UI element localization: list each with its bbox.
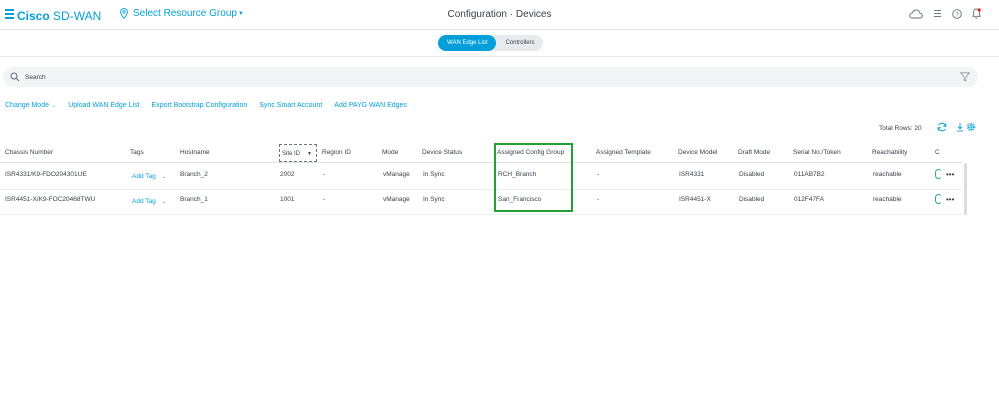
col-header-device-status[interactable]: Device Status bbox=[422, 149, 462, 156]
col-header-c[interactable]: C bbox=[935, 149, 940, 156]
more-icon[interactable]: ••• bbox=[946, 196, 954, 204]
top-header: Cisco SD-WAN Select Resource Group ▼ Conf… bbox=[0, 0, 999, 30]
cell-device-status: In Sync bbox=[423, 196, 445, 203]
add-tag-label: Add Tag bbox=[132, 198, 156, 205]
svg-text:?: ? bbox=[955, 12, 959, 18]
view-tabs: WAN Edge List Controllers bbox=[438, 35, 544, 51]
sync-smart-account-button[interactable]: Sync Smart Account bbox=[259, 102, 322, 109]
cell-mode: vManage bbox=[383, 171, 410, 178]
add-tag-button[interactable]: Add Tag ⌄ bbox=[132, 198, 166, 205]
upload-wan-edge-list-button[interactable]: Upload WAN Edge List bbox=[68, 102, 139, 109]
config-group-highlight bbox=[494, 143, 573, 212]
filter-icon[interactable] bbox=[960, 72, 970, 82]
col-header-draft-mode[interactable]: Draft Mode bbox=[738, 149, 770, 156]
cell-template: - bbox=[597, 196, 600, 203]
action-bar: Change Mode ⌄ Upload WAN Edge List Export… bbox=[5, 102, 419, 109]
row-divider bbox=[0, 189, 962, 190]
cell-reachability: reachable bbox=[873, 171, 902, 178]
col-header-model[interactable]: Device Model bbox=[678, 149, 717, 156]
tab-wan-edge-list[interactable]: WAN Edge List bbox=[438, 35, 497, 51]
col-header-tags[interactable]: Tags bbox=[130, 149, 144, 156]
add-tag-label: Add Tag bbox=[132, 173, 156, 180]
col-header-region-id[interactable]: Region ID bbox=[322, 149, 351, 156]
cell-region-id: - bbox=[323, 196, 326, 203]
cell-region-id: - bbox=[323, 171, 326, 178]
search-bar bbox=[3, 67, 978, 87]
bell-icon[interactable] bbox=[972, 8, 981, 19]
row-divider bbox=[0, 214, 962, 215]
more-icon[interactable]: ••• bbox=[946, 171, 954, 179]
col-header-template[interactable]: Assigned Template bbox=[596, 149, 651, 156]
help-icon[interactable]: ? bbox=[952, 8, 962, 19]
cell-hostname: Branch_1 bbox=[180, 196, 208, 203]
cell-serial: 011AB7B2 bbox=[794, 171, 825, 178]
col-header-site-id[interactable]: Site ID ▼ bbox=[279, 144, 317, 162]
status-ring-icon bbox=[935, 169, 942, 179]
cell-chassis: ISR4451-X/K9-FOC20468TWU bbox=[5, 196, 96, 203]
cell-model: ISR4451-X bbox=[679, 196, 711, 203]
page-title: Configuration · Devices bbox=[0, 9, 999, 20]
col-header-mode[interactable]: Mode bbox=[382, 149, 398, 156]
status-ring-icon bbox=[935, 194, 942, 204]
tabs-divider bbox=[0, 56, 999, 57]
chevron-down-icon: ⌄ bbox=[161, 199, 166, 205]
total-rows: Total Rows: 20 bbox=[879, 125, 922, 132]
search-input[interactable] bbox=[25, 70, 925, 84]
chevron-down-icon: ⌄ bbox=[161, 174, 166, 180]
cell-site-id: 1001 bbox=[280, 196, 295, 203]
cell-chassis: ISR4331/K9-FDO204301UE bbox=[5, 171, 87, 178]
cell-mode: vManage bbox=[383, 196, 410, 203]
cell-draft-mode: Disabled bbox=[739, 171, 765, 178]
add-payg-button[interactable]: Add PAYG WAN Edges bbox=[334, 102, 407, 109]
horizontal-scroll-handle[interactable] bbox=[964, 163, 967, 215]
header-icons: ? bbox=[909, 8, 981, 19]
cell-site-id: 2002 bbox=[280, 171, 295, 178]
cell-hostname: Branch_2 bbox=[180, 171, 208, 178]
cell-device-status: In Sync bbox=[423, 171, 445, 178]
chevron-down-icon: ⌄ bbox=[51, 102, 57, 109]
change-mode-label: Change Mode bbox=[5, 102, 49, 109]
gear-icon[interactable] bbox=[966, 122, 976, 132]
title-section: Configuration bbox=[447, 9, 507, 20]
refresh-icon[interactable] bbox=[937, 122, 947, 132]
cell-template: - bbox=[597, 171, 600, 178]
cloud-icon[interactable] bbox=[909, 9, 923, 19]
download-icon[interactable] bbox=[956, 122, 964, 132]
export-bootstrap-button[interactable]: Export Bootstrap Configuration bbox=[152, 102, 248, 109]
title-separator: · bbox=[509, 9, 514, 20]
change-mode-dropdown[interactable]: Change Mode ⌄ bbox=[5, 102, 56, 109]
list-icon[interactable] bbox=[933, 9, 942, 18]
sort-down-icon: ▼ bbox=[307, 151, 312, 157]
tab-controllers[interactable]: Controllers bbox=[496, 35, 543, 51]
table-tools bbox=[937, 122, 976, 132]
title-page: Devices bbox=[515, 9, 552, 20]
site-id-label: Site ID bbox=[282, 151, 301, 157]
cell-model: ISR4331 bbox=[679, 171, 705, 178]
cell-serial: 012F47FA bbox=[794, 196, 824, 203]
col-header-serial[interactable]: Serial No./Token bbox=[793, 149, 841, 156]
search-icon bbox=[10, 72, 20, 82]
cell-reachability: reachable bbox=[873, 196, 902, 203]
cell-draft-mode: Disabled bbox=[739, 196, 765, 203]
col-header-reachability[interactable]: Reachability bbox=[872, 149, 907, 156]
header-divider bbox=[0, 162, 962, 163]
col-header-chassis[interactable]: Chassis Number bbox=[5, 149, 53, 156]
add-tag-button[interactable]: Add Tag ⌄ bbox=[132, 173, 166, 180]
col-header-hostname[interactable]: Hostname bbox=[180, 149, 210, 156]
